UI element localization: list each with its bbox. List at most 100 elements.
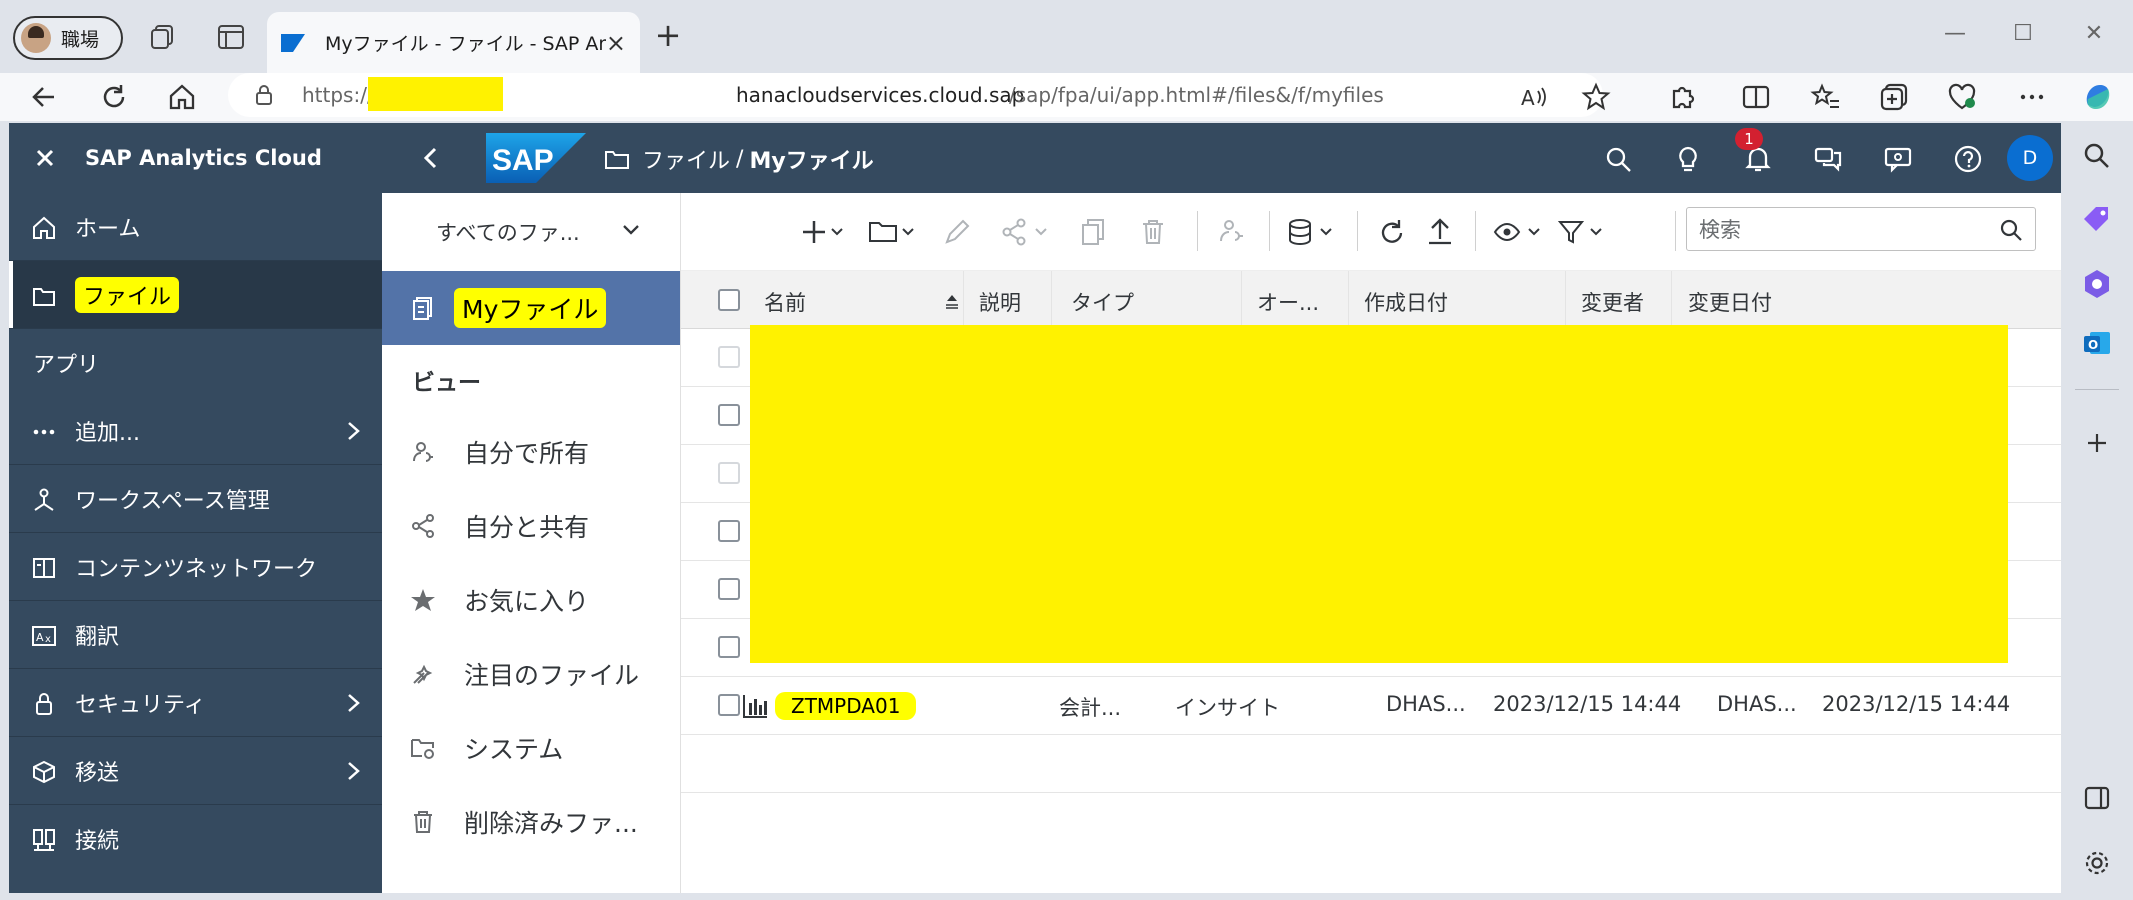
favorites-list-icon[interactable] xyxy=(1810,81,1842,113)
files-section-views: ビュー xyxy=(382,345,680,415)
collections-icon[interactable] xyxy=(148,22,178,52)
files-item-owned-by-me[interactable]: 自分で所有 xyxy=(382,415,680,489)
nav-item-home[interactable]: ホーム xyxy=(9,193,382,261)
shopping-tag-icon[interactable] xyxy=(2080,203,2114,237)
close-nav-icon[interactable] xyxy=(33,146,57,170)
m365-icon[interactable] xyxy=(2080,267,2114,301)
redacted-rows-block xyxy=(750,325,2008,663)
column-separator xyxy=(1051,271,1052,329)
folder-menu-icon[interactable] xyxy=(867,217,919,247)
nav-item-workspace-management[interactable]: ワークスペース管理 xyxy=(9,465,382,533)
collections-add-icon[interactable] xyxy=(1878,81,1910,113)
files-item-deleted-files[interactable]: 削除済みファ... xyxy=(382,785,680,859)
delete-icon[interactable] xyxy=(1139,217,1167,247)
file-name[interactable]: ZTMPDA01 xyxy=(775,692,917,720)
help-icon[interactable] xyxy=(1954,145,1982,173)
sap-logo-text: SAP xyxy=(492,144,554,177)
table-row[interactable]: ZTMPDA01 会計... インサイト DHAS... 2023/12/15 … xyxy=(681,677,2061,735)
back-arrow-icon[interactable] xyxy=(28,81,60,113)
user-avatar[interactable]: D xyxy=(2007,135,2053,181)
hide-sidebar-icon[interactable] xyxy=(2080,781,2114,815)
row-checkbox[interactable] xyxy=(718,462,740,484)
notification-count-badge: 1 xyxy=(1735,128,1763,150)
column-header-description[interactable]: 説明 xyxy=(979,287,1021,317)
nav-item-translation[interactable]: Ax 翻訳 xyxy=(9,601,382,669)
row-checkbox[interactable] xyxy=(718,346,740,368)
split-screen-icon[interactable] xyxy=(1740,81,1772,113)
copy-icon[interactable] xyxy=(1079,217,1107,247)
files-item-my-files[interactable]: Myファイル xyxy=(382,271,680,345)
column-header-type[interactable]: タイプ xyxy=(1071,287,1134,317)
file-owner: DHAS... xyxy=(1386,692,1466,716)
back-chevron-icon[interactable] xyxy=(418,145,444,171)
refresh-icon[interactable] xyxy=(1377,217,1407,247)
nav-item-content-network[interactable]: コンテンツネットワーク xyxy=(9,533,382,601)
manage-access-icon[interactable] xyxy=(1217,217,1247,247)
add-sidebar-app-icon[interactable] xyxy=(2080,426,2114,460)
search-sidebar-icon[interactable] xyxy=(2080,139,2114,173)
files-item-featured-files[interactable]: 注目のファイル xyxy=(382,637,680,711)
file-filter-select[interactable]: すべてのファ... xyxy=(382,193,680,271)
row-checkbox[interactable] xyxy=(718,404,740,426)
search-icon[interactable] xyxy=(1604,145,1632,173)
add-menu-icon[interactable] xyxy=(801,217,847,247)
column-header-owner[interactable]: オー... xyxy=(1257,287,1319,317)
new-tab-button[interactable]: + xyxy=(652,19,684,52)
close-window-button[interactable]: ✕ xyxy=(2074,14,2114,54)
maximize-window-button[interactable]: ☐ xyxy=(2003,14,2043,54)
search-input[interactable]: 検索 xyxy=(1686,207,2036,251)
lightbulb-icon[interactable] xyxy=(1674,145,1702,173)
row-checkbox[interactable] xyxy=(718,694,740,716)
more-menu-icon[interactable] xyxy=(2016,81,2048,113)
outlook-icon[interactable]: O xyxy=(2080,326,2114,360)
files-item-shared-with-me[interactable]: 自分と共有 xyxy=(382,489,680,563)
nav-item-files[interactable]: ファイル xyxy=(9,261,382,329)
discussions-icon[interactable] xyxy=(1814,145,1842,173)
address-bar[interactable]: https:// hanacloudservices.cloud.sap /sa… xyxy=(228,73,1603,117)
profile-button[interactable]: 職場 xyxy=(13,16,123,60)
filter-icon[interactable] xyxy=(1557,217,1609,247)
breadcrumb-root[interactable]: ファイル xyxy=(642,143,730,175)
active-browser-tab[interactable]: Myファイル - ファイル - SAP Analytic × xyxy=(267,12,640,73)
files-item-system[interactable]: システム xyxy=(382,711,680,785)
lock-icon[interactable] xyxy=(254,84,274,106)
favorite-star-icon[interactable] xyxy=(1580,81,1612,113)
read-aloud-icon[interactable]: A xyxy=(1518,81,1550,113)
file-name-cell[interactable]: ZTMPDA01 xyxy=(741,687,917,725)
row-checkbox[interactable] xyxy=(718,520,740,542)
nav-item-transport[interactable]: 移送 xyxy=(9,737,382,805)
select-all-checkbox[interactable] xyxy=(718,289,740,311)
refresh-icon[interactable] xyxy=(98,81,130,113)
edit-pencil-icon[interactable] xyxy=(943,217,971,247)
nav-item-security[interactable]: セキュリティ xyxy=(9,669,382,737)
column-header-changed[interactable]: 変更日付 xyxy=(1688,287,1772,317)
upload-icon[interactable] xyxy=(1425,217,1455,247)
feedback-icon[interactable] xyxy=(1884,145,1912,173)
row-checkbox[interactable] xyxy=(718,636,740,658)
browser-essentials-icon[interactable] xyxy=(1946,81,1978,113)
files-item-favorites[interactable]: お気に入り xyxy=(382,563,680,637)
copilot-icon[interactable] xyxy=(2080,79,2116,115)
star-icon xyxy=(411,589,435,611)
vertical-tabs-icon[interactable] xyxy=(216,22,246,52)
sort-ascending-icon[interactable] xyxy=(943,293,961,309)
home-icon xyxy=(33,216,55,239)
sap-logo[interactable]: SAP xyxy=(486,133,586,183)
column-header-created[interactable]: 作成日付 xyxy=(1364,287,1448,317)
column-header-changed-by[interactable]: 変更者 xyxy=(1581,287,1644,317)
settings-gear-icon[interactable] xyxy=(2080,846,2114,880)
nav-item-more[interactable]: 追加... xyxy=(9,397,382,465)
home-icon[interactable] xyxy=(166,81,198,113)
data-menu-icon[interactable] xyxy=(1287,217,1339,247)
minimize-window-button[interactable]: — xyxy=(1935,14,1975,54)
search-icon[interactable] xyxy=(1999,218,2023,242)
workspace-icon xyxy=(34,488,54,511)
toolbar-separator xyxy=(1197,211,1198,251)
column-header-name[interactable]: 名前 xyxy=(764,287,806,317)
share-menu-icon[interactable] xyxy=(1001,217,1053,247)
nav-item-connections[interactable]: 接続 xyxy=(9,805,382,873)
extensions-icon[interactable] xyxy=(1666,81,1698,113)
view-settings-icon[interactable] xyxy=(1493,217,1547,247)
close-tab-icon[interactable]: × xyxy=(606,29,626,57)
row-checkbox[interactable] xyxy=(718,578,740,600)
